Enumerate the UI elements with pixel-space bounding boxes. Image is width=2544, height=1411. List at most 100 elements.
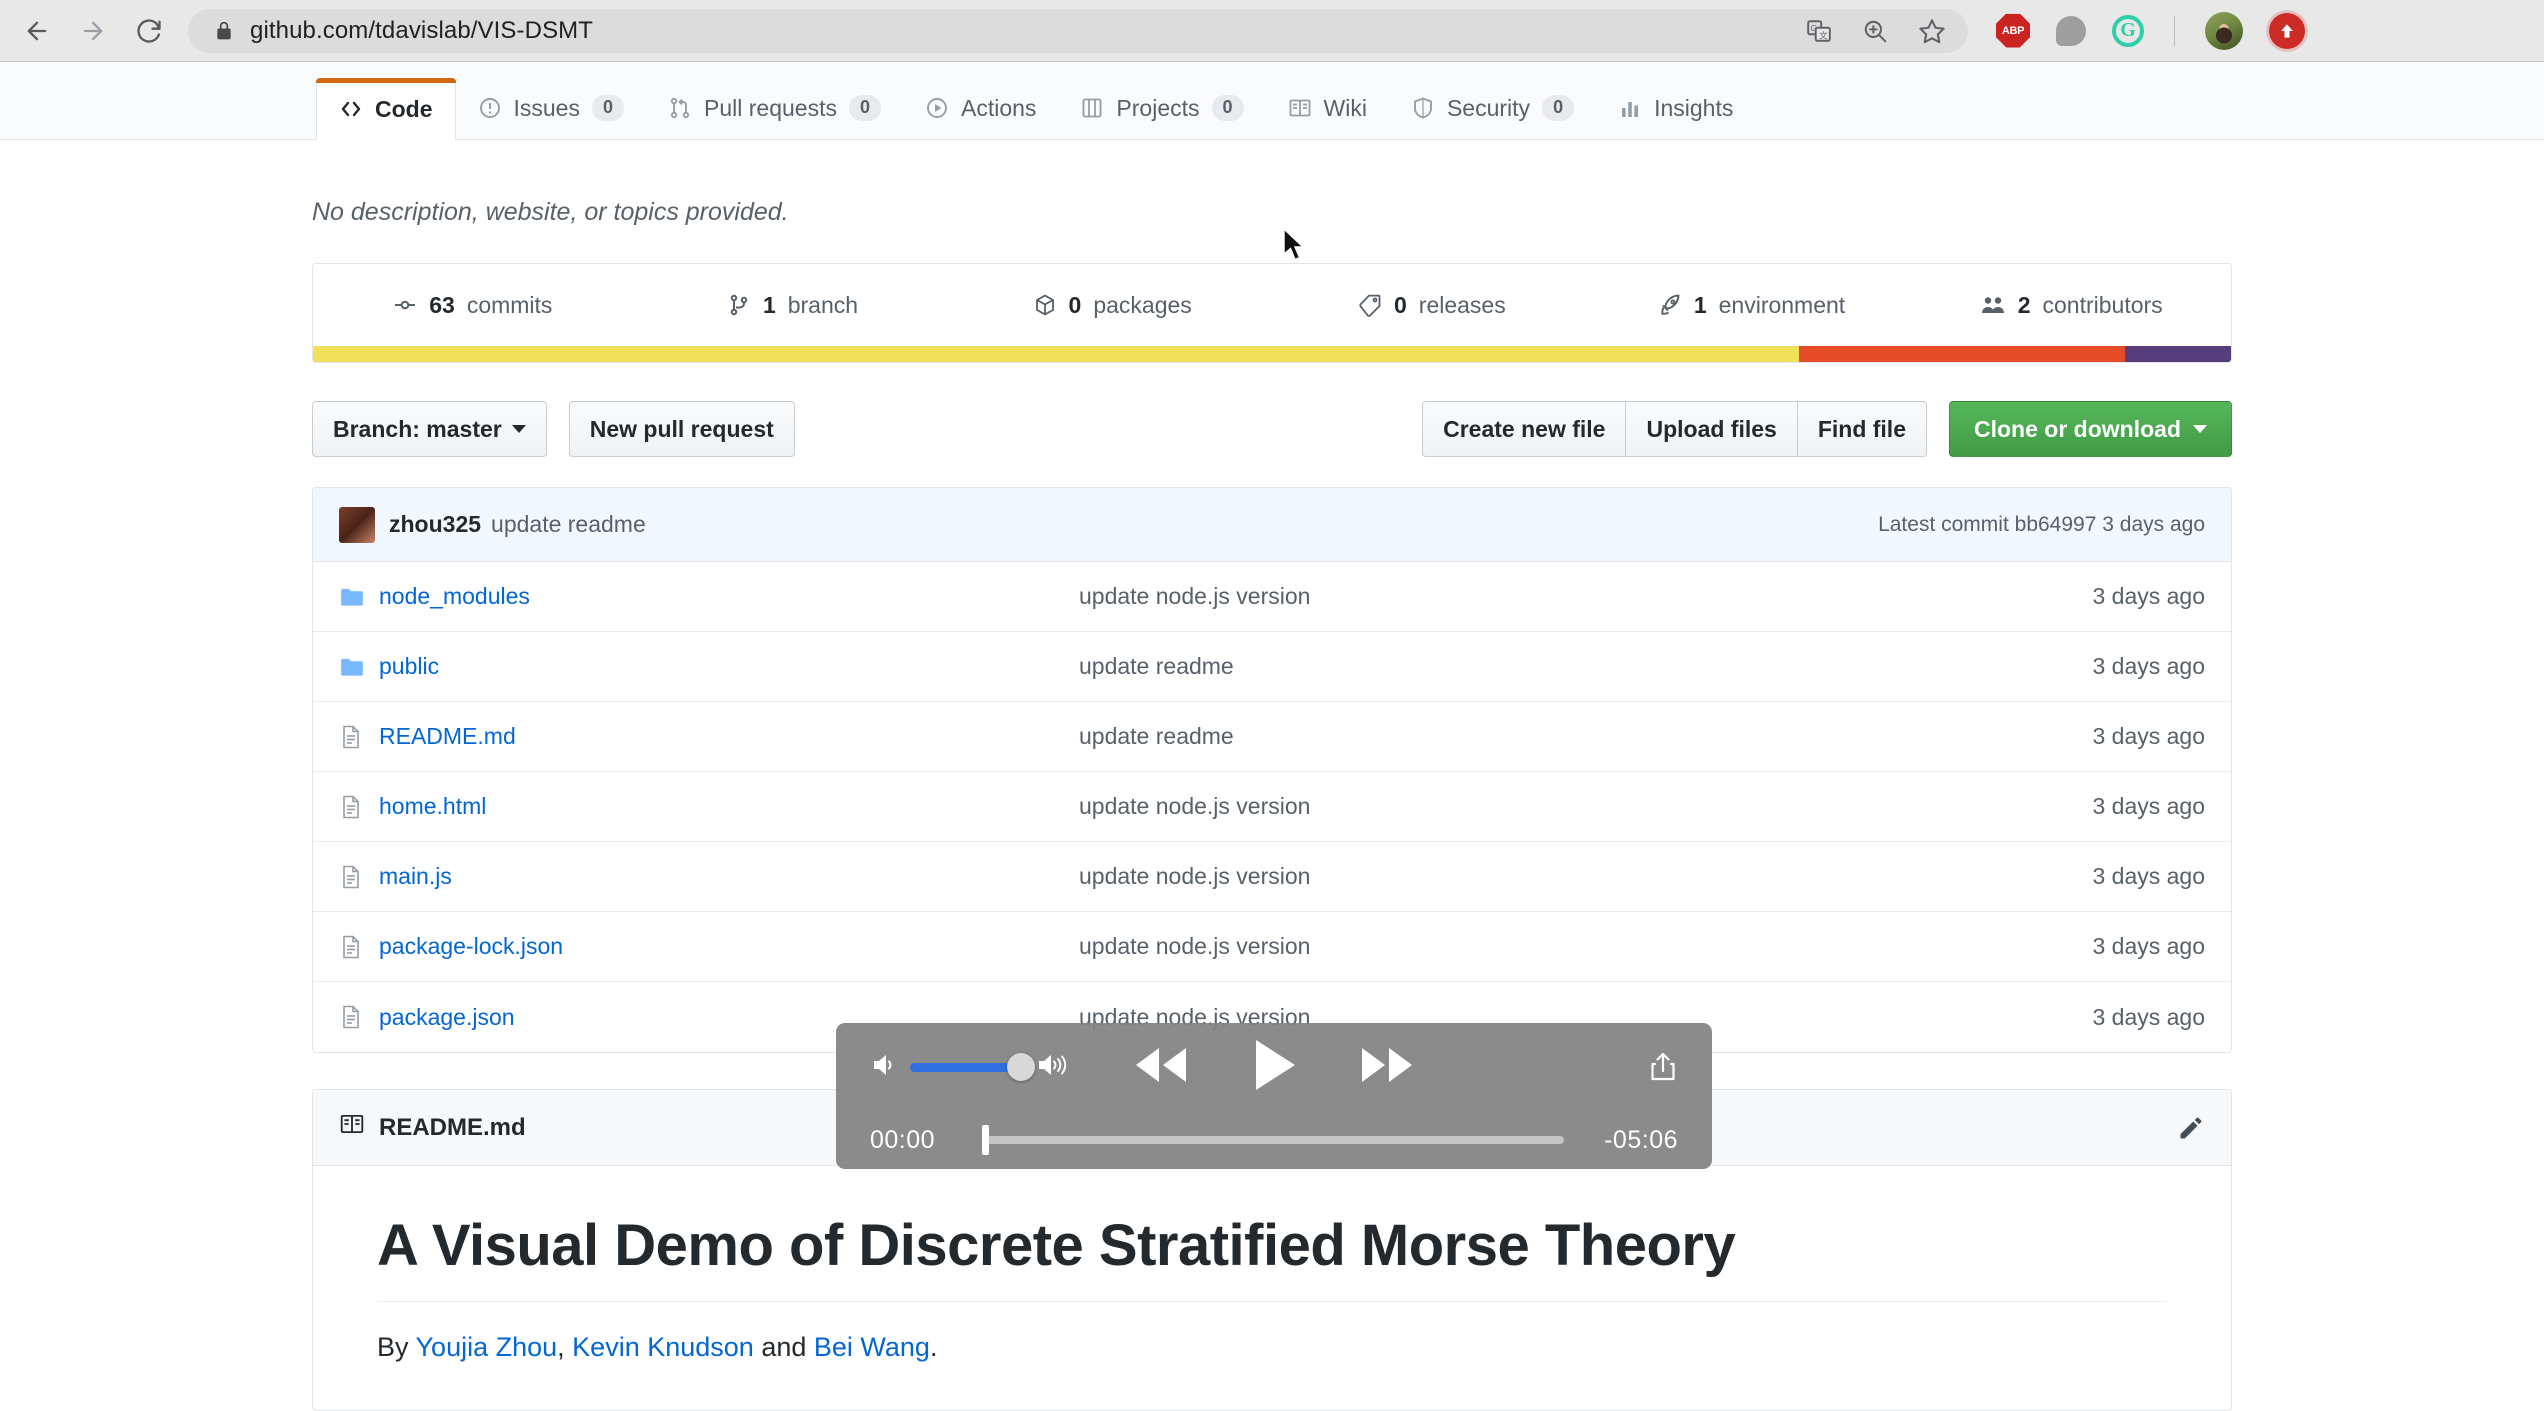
file-name-link[interactable]: node_modules <box>379 583 1079 610</box>
tab-wiki[interactable]: Wiki <box>1266 77 1389 139</box>
volume-slider-thumb[interactable] <box>1007 1053 1035 1081</box>
stat-packages-value: 0 <box>1069 292 1082 319</box>
author-link-1[interactable]: Youjia Zhou <box>416 1332 558 1362</box>
file-name-link[interactable]: package-lock.json <box>379 933 1079 960</box>
commit-icon <box>393 293 417 317</box>
progress-slider[interactable] <box>984 1136 1564 1144</box>
language-segment-css <box>2125 346 2230 362</box>
table-row: publicupdate readme3 days ago <box>313 632 2231 702</box>
stat-branches-label: branch <box>788 292 858 319</box>
tab-security-label: Security <box>1447 95 1530 122</box>
grammarly-icon[interactable]: G <box>2112 15 2144 47</box>
language-segment-javascript <box>313 346 1799 362</box>
share-icon[interactable] <box>1648 1050 1678 1084</box>
browser-toolbar: github.com/tdavislab/VIS-DSMT G文 ABP G <box>0 0 2544 62</box>
fast-forward-icon[interactable] <box>1359 1044 1415 1091</box>
volume-high-icon[interactable] <box>1036 1051 1070 1084</box>
forward-arrow-icon <box>79 17 107 45</box>
tab-projects[interactable]: Projects 0 <box>1058 77 1265 139</box>
tab-issues-count: 0 <box>592 95 624 121</box>
upload-files-button[interactable]: Upload files <box>1626 401 1797 457</box>
branch-selector-button[interactable]: Branch: master <box>312 401 547 457</box>
author-link-2[interactable]: Kevin Knudson <box>572 1332 754 1362</box>
readme-byline: By Youjia Zhou, Kevin Knudson and Bei Wa… <box>377 1332 2167 1363</box>
address-bar[interactable]: github.com/tdavislab/VIS-DSMT G文 <box>188 9 1968 53</box>
chevron-down-icon <box>2193 425 2207 433</box>
file-commit-time: 3 days ago <box>2092 933 2205 960</box>
file-commit-message[interactable]: update node.js version <box>1079 933 2092 960</box>
progress-slider-thumb[interactable] <box>982 1125 989 1155</box>
repository-nav: Code Issues 0 Pull requests 0 Actions <box>0 62 2544 140</box>
file-commit-message[interactable]: update readme <box>1079 723 2092 750</box>
tab-security[interactable]: Security 0 <box>1389 77 1596 139</box>
zoom-icon[interactable] <box>1862 18 1888 44</box>
tab-security-count: 0 <box>1542 95 1574 121</box>
pencil-icon[interactable] <box>2177 1114 2205 1142</box>
commit-author[interactable]: zhou325 <box>389 511 481 538</box>
url-text[interactable]: github.com/tdavislab/VIS-DSMT <box>250 17 593 45</box>
create-new-file-button[interactable]: Create new file <box>1422 401 1626 457</box>
tab-code[interactable]: Code <box>316 78 456 140</box>
pullrequest-icon <box>668 96 692 120</box>
tab-pull-requests[interactable]: Pull requests 0 <box>646 77 903 139</box>
find-file-button[interactable]: Find file <box>1798 401 1927 457</box>
tab-issues[interactable]: Issues 0 <box>456 77 647 139</box>
reload-button[interactable] <box>126 8 172 54</box>
commit-hash[interactable]: bb64997 <box>2015 513 2097 536</box>
browser-nav-buttons <box>0 8 172 54</box>
stat-releases[interactable]: 0 releases <box>1272 264 1592 346</box>
back-button[interactable] <box>14 8 60 54</box>
stat-commits-value: 63 <box>429 292 455 319</box>
file-commit-message[interactable]: update node.js version <box>1079 863 2092 890</box>
file-commit-message[interactable]: update node.js version <box>1079 583 2092 610</box>
red-upload-icon[interactable] <box>2269 13 2305 49</box>
stat-contributors[interactable]: 2 contributors <box>1911 264 2231 346</box>
tab-insights[interactable]: Insights <box>1596 77 1755 139</box>
volume-slider[interactable] <box>910 1063 1026 1072</box>
stat-environments[interactable]: 1 environment <box>1592 264 1912 346</box>
rocket-icon <box>1658 293 1682 317</box>
file-commit-message[interactable]: update node.js version <box>1079 793 2092 820</box>
svg-text:G: G <box>1810 23 1817 33</box>
translate-icon[interactable]: G文 <box>1806 18 1832 44</box>
profile-avatar[interactable] <box>2205 12 2243 50</box>
play-icon[interactable] <box>1251 1038 1297 1097</box>
tab-actions-label: Actions <box>961 95 1036 122</box>
folder-icon <box>339 654 379 680</box>
commit-message[interactable]: update readme <box>491 511 646 538</box>
bookmark-star-icon[interactable] <box>1918 17 1946 45</box>
stat-branches[interactable]: 1 branch <box>633 264 953 346</box>
volume-low-icon[interactable] <box>870 1051 900 1084</box>
tab-actions[interactable]: Actions <box>903 77 1058 139</box>
stat-commits[interactable]: 63 commits <box>313 264 633 346</box>
table-row: node_modulesupdate node.js version3 days… <box>313 562 2231 632</box>
stat-releases-label: releases <box>1419 292 1506 319</box>
author-link-3[interactable]: Bei Wang <box>814 1332 930 1362</box>
stat-packages[interactable]: 0 packages <box>952 264 1272 346</box>
file-commit-time: 3 days ago <box>2092 1004 2205 1031</box>
clone-or-download-button[interactable]: Clone or download <box>1949 401 2232 457</box>
file-name-link[interactable]: public <box>379 653 1079 680</box>
repository-actions-row: Branch: master New pull request Create n… <box>312 401 2232 457</box>
file-commit-message[interactable]: update readme <box>1079 653 2092 680</box>
latest-commit-label: Latest commit <box>1878 513 2009 536</box>
language-bar <box>313 346 2231 362</box>
new-pull-request-button[interactable]: New pull request <box>569 401 795 457</box>
video-player-controls[interactable]: 00:00 -05:06 <box>836 1023 1712 1169</box>
file-icon <box>339 864 379 890</box>
rewind-icon[interactable] <box>1133 1044 1189 1091</box>
file-name-link[interactable]: home.html <box>379 793 1079 820</box>
byline-and: and <box>754 1332 814 1362</box>
file-name-link[interactable]: README.md <box>379 723 1079 750</box>
file-name-link[interactable]: main.js <box>379 863 1079 890</box>
stat-contributors-label: contributors <box>2043 292 2163 319</box>
volume-control[interactable] <box>870 1051 1070 1084</box>
adblock-plus-icon[interactable]: ABP <box>1996 14 2030 48</box>
forward-button[interactable] <box>70 8 116 54</box>
stat-releases-value: 0 <box>1394 292 1407 319</box>
commit-time: 3 days ago <box>2102 513 2205 536</box>
stat-environments-label: environment <box>1719 292 1846 319</box>
shield-icon <box>1411 96 1435 120</box>
speech-bubble-icon[interactable] <box>2056 16 2086 46</box>
file-rows: node_modulesupdate node.js version3 days… <box>313 562 2231 1052</box>
